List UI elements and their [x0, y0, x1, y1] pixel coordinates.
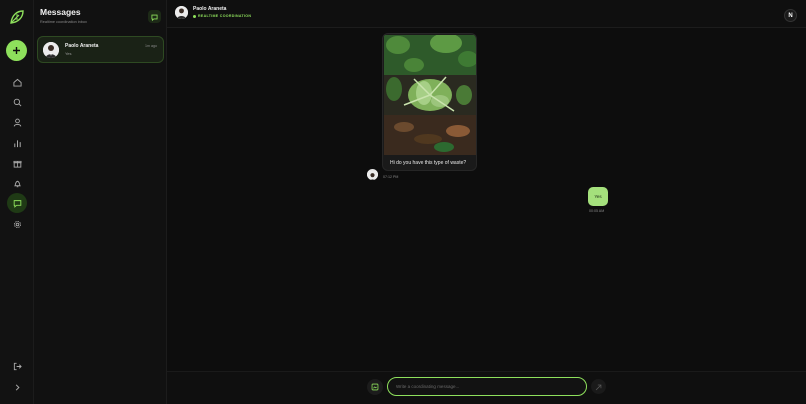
user-badge[interactable]: N: [784, 9, 797, 22]
chat-bubble-icon: [151, 8, 158, 26]
create-button[interactable]: [6, 40, 27, 61]
nav-settings[interactable]: [7, 214, 27, 234]
message-icon: [13, 199, 22, 208]
sender-avatar: [367, 169, 378, 180]
waste-photo[interactable]: [384, 35, 477, 155]
status-dot-icon: [193, 14, 196, 18]
status-label: REALTIME COORDINATION: [198, 14, 252, 18]
search-icon: [13, 98, 22, 107]
conversation-list: Messages Realtime coordination inbox Pao…: [34, 0, 167, 404]
nav-rewards[interactable]: [7, 153, 27, 173]
icon-rail: [0, 0, 34, 404]
send-icon: [595, 378, 602, 396]
gear-icon: [13, 220, 22, 229]
conversation-preview: Yes: [65, 51, 72, 56]
new-chat-button[interactable]: [148, 10, 161, 23]
avatar: [43, 42, 59, 58]
page-title: Messages: [40, 7, 81, 17]
nav-profile[interactable]: [7, 112, 27, 132]
chat-header: Paolo Araneta REALTIME COORDINATION N: [167, 0, 806, 28]
conversation-item[interactable]: Paolo Araneta 1m ago Yes: [37, 36, 164, 63]
message-input[interactable]: [387, 377, 587, 396]
logout-icon: [13, 362, 22, 371]
outgoing-message-time: 00:05 AM: [589, 209, 605, 213]
gift-icon: [12, 159, 22, 168]
connection-status: REALTIME COORDINATION: [193, 14, 251, 18]
contact-avatar[interactable]: [175, 6, 188, 19]
incoming-photo-message[interactable]: Hi do you have this type of waste?: [382, 33, 477, 171]
logout-button[interactable]: [7, 356, 27, 376]
expand-sidebar-button[interactable]: [7, 377, 27, 397]
conversation-name: Paolo Araneta: [65, 43, 99, 49]
attach-button[interactable]: [367, 379, 383, 395]
nav-analytics[interactable]: [7, 133, 27, 153]
nav-messages[interactable]: [7, 193, 27, 213]
leaf-logo-icon[interactable]: [9, 9, 25, 25]
nav-search[interactable]: [7, 92, 27, 112]
bell-icon: [13, 179, 22, 188]
incoming-message-time: 07:12 PM: [383, 175, 399, 179]
page-subtitle: Realtime coordination inbox: [40, 20, 87, 24]
conversation-time: 1m ago: [145, 44, 157, 48]
contact-name: Paolo Araneta: [193, 6, 227, 12]
home-icon: [12, 78, 22, 87]
user-icon: [13, 118, 22, 127]
outgoing-message[interactable]: Yes: [588, 187, 608, 206]
nav-home[interactable]: [7, 72, 27, 92]
incoming-message-text: Hi do you have this type of waste?: [390, 160, 467, 166]
bar-chart-icon: [13, 139, 22, 148]
attachment-icon: [371, 378, 379, 396]
chevron-right-icon: [13, 383, 22, 392]
plus-icon: [12, 46, 21, 55]
nav-notifications[interactable]: [7, 173, 27, 193]
send-button[interactable]: [591, 379, 606, 394]
